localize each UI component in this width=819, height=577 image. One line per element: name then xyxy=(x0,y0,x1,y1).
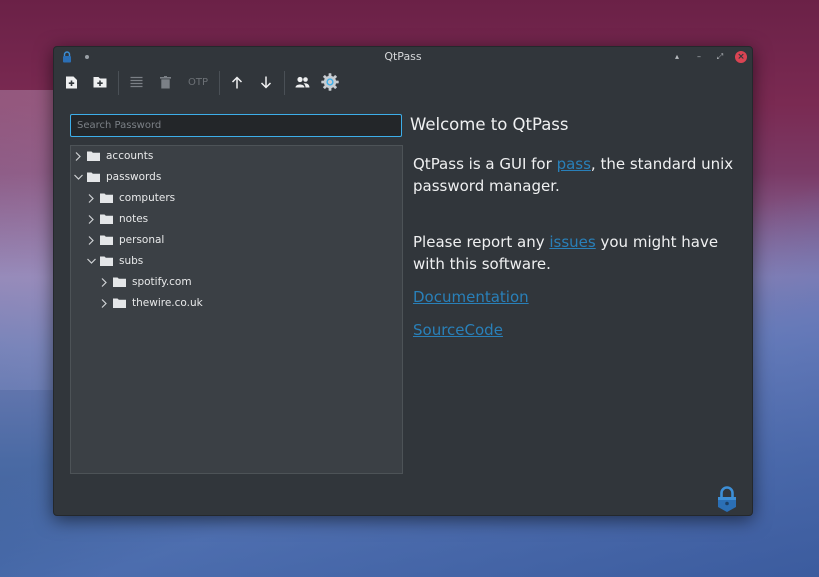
folder-icon xyxy=(87,172,100,182)
config-button[interactable] xyxy=(317,69,343,95)
tree-item-computers[interactable]: computers xyxy=(86,188,175,208)
close-button[interactable]: × xyxy=(735,51,747,63)
intro-paragraph: QtPass is a GUI for pass, the standard u… xyxy=(413,153,743,197)
sourcecode-link[interactable]: SourceCode xyxy=(413,321,503,339)
tree-item-passwords[interactable]: passwords xyxy=(73,167,161,187)
users-button[interactable] xyxy=(289,69,315,95)
toolbar-separator xyxy=(219,71,220,95)
keep-above-button[interactable]: ▴ xyxy=(671,51,683,63)
toolbar-separator xyxy=(118,71,119,95)
pull-button[interactable] xyxy=(253,69,279,95)
tree-item-thewire[interactable]: thewire.co.uk xyxy=(99,293,203,313)
chevron-right-icon[interactable] xyxy=(99,277,109,287)
tree-item-subs[interactable]: subs xyxy=(86,251,143,271)
edit-button[interactable] xyxy=(123,69,149,95)
tree-item-label: computers xyxy=(119,192,176,204)
tree-item-personal[interactable]: personal xyxy=(86,230,164,250)
chevron-right-icon[interactable] xyxy=(86,235,96,245)
tree-item-label: thewire.co.uk xyxy=(132,297,203,309)
pass-link[interactable]: pass xyxy=(557,155,591,173)
issues-link[interactable]: issues xyxy=(549,233,595,251)
toolbar-separator xyxy=(284,71,285,95)
gear-icon xyxy=(321,73,339,91)
delete-icon xyxy=(159,75,171,88)
title-bar[interactable]: QtPass ▴ – ⤢ × xyxy=(54,47,752,67)
maximize-button[interactable]: ⤢ xyxy=(714,51,726,63)
welcome-panel: Welcome to QtPass QtPass is a GUI for pa… xyxy=(410,115,746,339)
sourcecode-paragraph: SourceCode xyxy=(413,319,743,341)
password-tree[interactable]: accounts passwords computers notes perso… xyxy=(70,145,403,474)
add-password-icon xyxy=(65,76,77,88)
tree-item-label: subs xyxy=(119,255,144,267)
minimize-button[interactable]: – xyxy=(693,51,705,63)
lock-icon xyxy=(718,486,736,512)
chevron-down-icon[interactable] xyxy=(73,172,83,182)
add-password-button[interactable] xyxy=(58,69,84,95)
welcome-heading: Welcome to QtPass xyxy=(410,115,569,134)
tree-item-label: notes xyxy=(119,213,149,225)
documentation-link[interactable]: Documentation xyxy=(413,288,529,306)
users-icon xyxy=(295,76,309,88)
arrow-down-icon xyxy=(260,76,272,89)
intro-prefix: QtPass is a GUI for xyxy=(413,155,557,173)
chevron-right-icon[interactable] xyxy=(99,298,109,308)
tree-item-label: personal xyxy=(119,234,165,246)
add-folder-icon xyxy=(93,77,107,88)
chevron-right-icon[interactable] xyxy=(73,151,83,161)
edit-icon xyxy=(130,76,142,88)
tree-item-accounts[interactable]: accounts xyxy=(73,146,153,166)
arrow-up-icon xyxy=(231,75,243,88)
folder-icon xyxy=(100,235,113,245)
tree-item-spotify[interactable]: spotify.com xyxy=(99,272,192,292)
folder-icon xyxy=(100,193,113,203)
otp-label: OTP xyxy=(187,76,208,88)
chevron-right-icon[interactable] xyxy=(86,193,96,203)
chevron-down-icon[interactable] xyxy=(86,256,96,266)
window-title: QtPass xyxy=(384,50,422,63)
folder-icon xyxy=(87,151,100,161)
report-prefix: Please report any xyxy=(413,233,550,251)
documentation-paragraph: Documentation xyxy=(413,286,743,308)
folder-icon xyxy=(113,298,126,308)
folder-icon xyxy=(113,277,126,287)
tree-item-label: passwords xyxy=(106,171,162,183)
chevron-right-icon[interactable] xyxy=(86,214,96,224)
qtpass-window: QtPass ▴ – ⤢ × OTP Search Password accou… xyxy=(53,46,753,516)
tree-item-label: spotify.com xyxy=(132,276,192,288)
folder-icon xyxy=(100,256,113,266)
folder-icon xyxy=(100,214,113,224)
report-paragraph: Please report any issues you might have … xyxy=(413,231,743,275)
add-folder-button[interactable] xyxy=(87,69,113,95)
search-input[interactable] xyxy=(70,114,402,137)
toolbar: OTP xyxy=(54,67,752,99)
push-button[interactable] xyxy=(224,69,250,95)
tree-item-notes[interactable]: notes xyxy=(86,209,148,229)
otp-button[interactable]: OTP xyxy=(183,69,213,95)
tree-item-label: accounts xyxy=(106,150,154,162)
clear-clipboard-button[interactable] xyxy=(714,485,740,513)
delete-button[interactable] xyxy=(152,69,178,95)
